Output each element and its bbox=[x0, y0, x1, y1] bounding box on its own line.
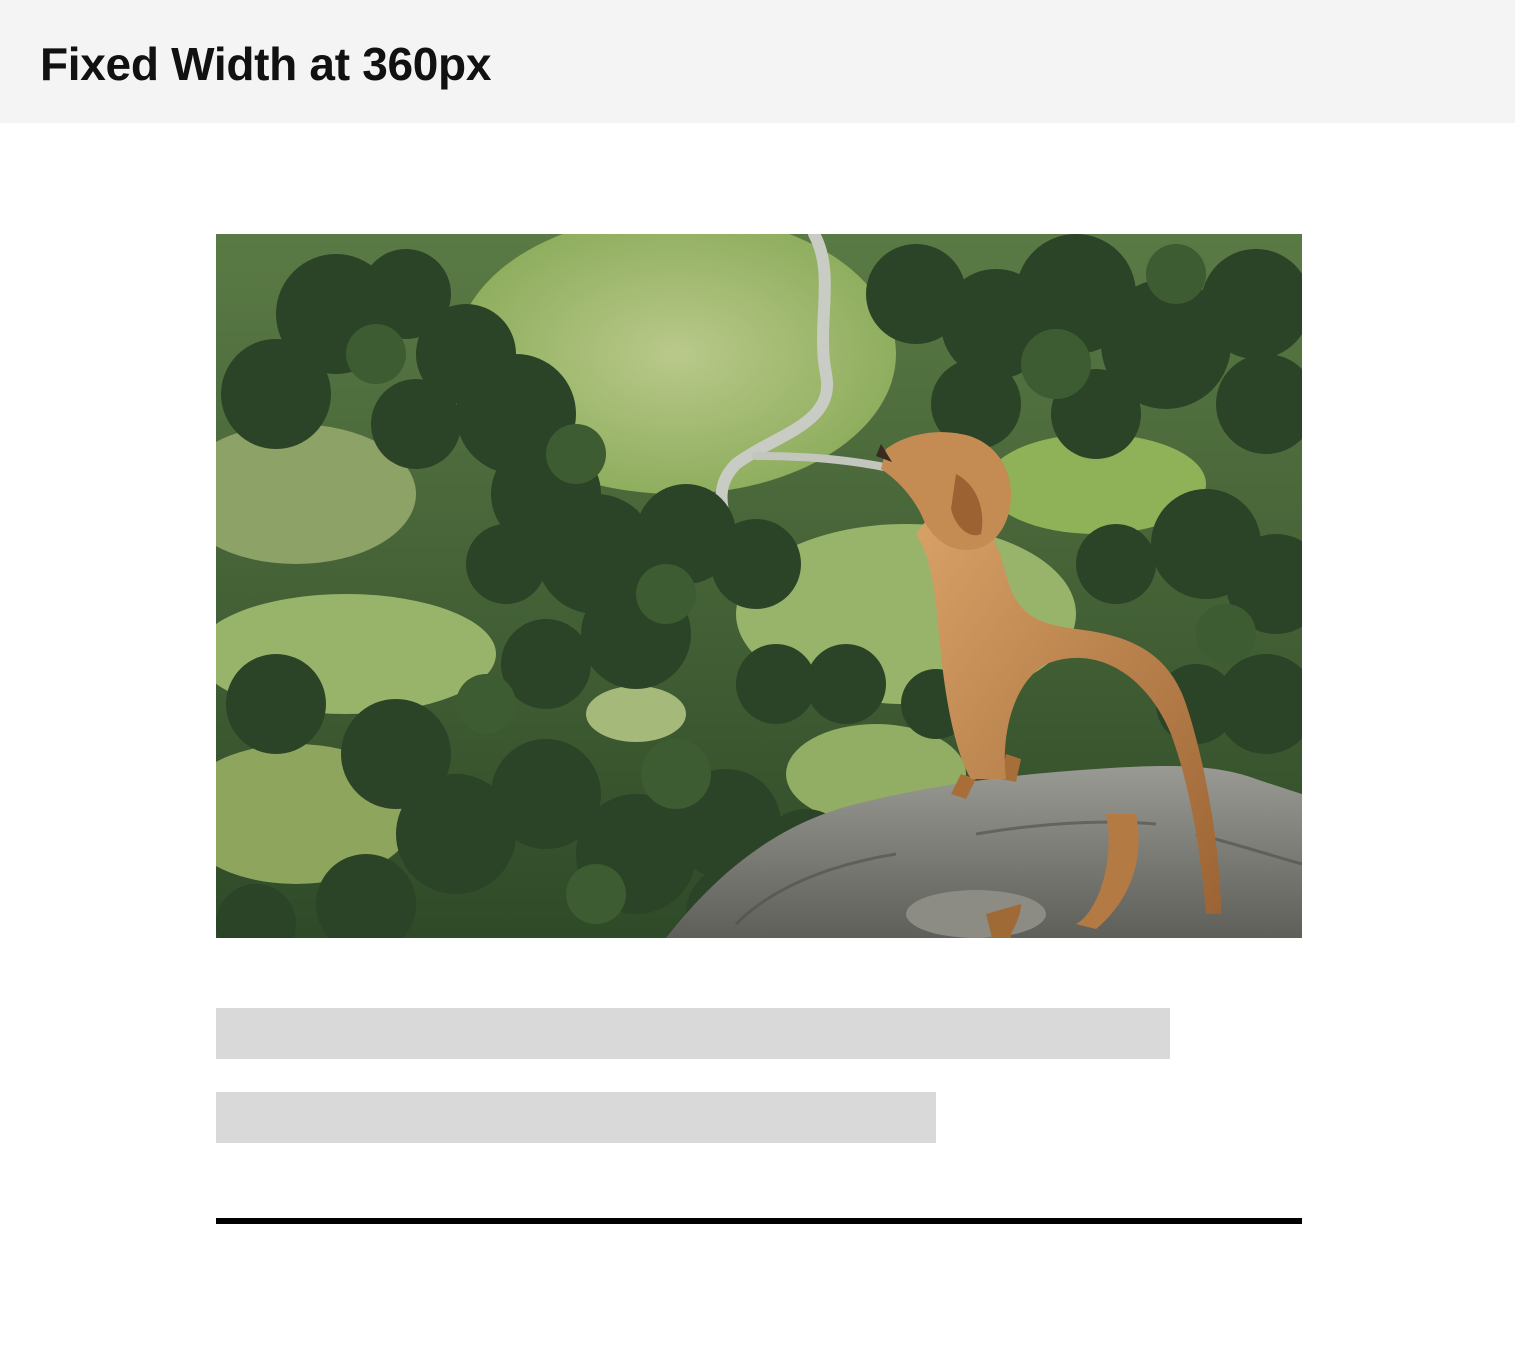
page-header: Fixed Width at 360px bbox=[0, 0, 1515, 123]
content-card bbox=[216, 234, 1302, 1224]
text-placeholder-line-1 bbox=[216, 1008, 1170, 1059]
page-title: Fixed Width at 360px bbox=[40, 38, 492, 90]
card-bottom-divider bbox=[216, 1218, 1302, 1224]
text-placeholder-line-2 bbox=[216, 1092, 936, 1143]
dog-photo bbox=[216, 234, 1302, 938]
